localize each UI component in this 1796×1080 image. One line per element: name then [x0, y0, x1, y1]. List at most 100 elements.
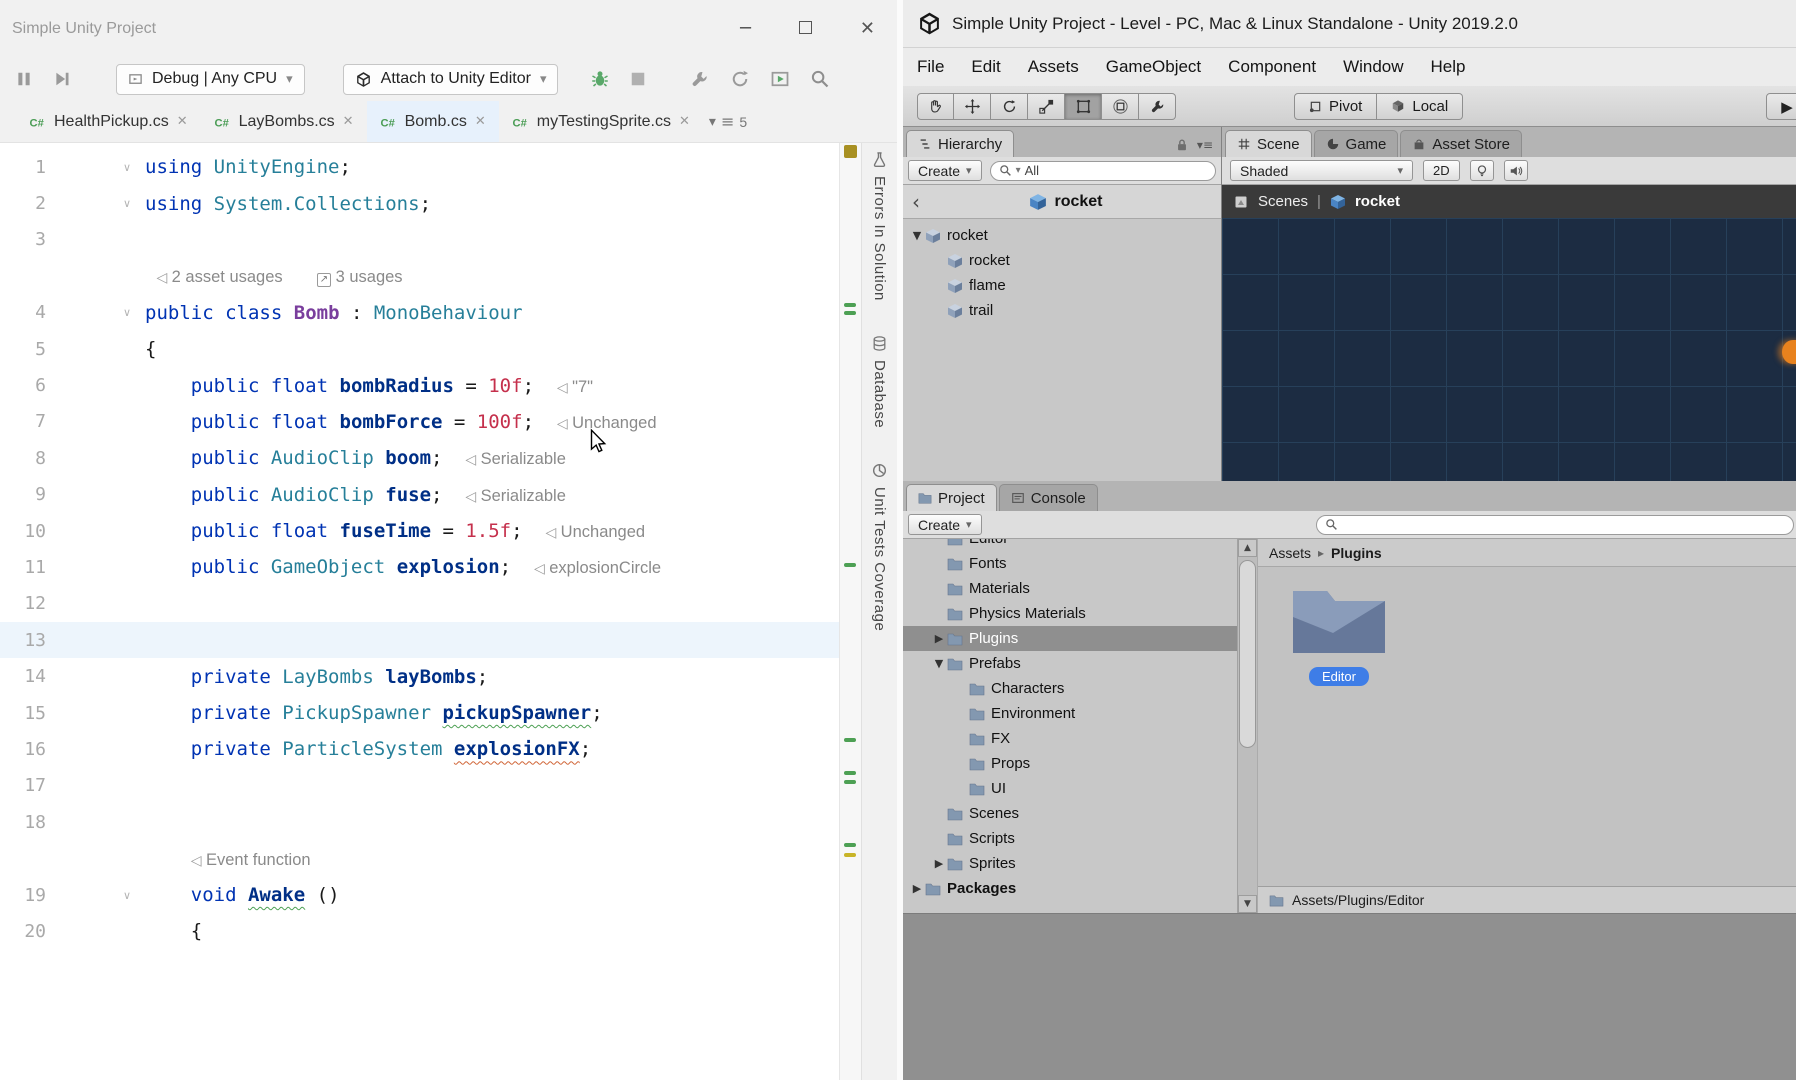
code-line-10[interactable]: 10 public float fuseTime = 1.5f; ◁ Uncha…: [0, 513, 839, 549]
project-content-grid[interactable]: Editor: [1258, 567, 1796, 886]
line-number[interactable]: 18: [0, 812, 46, 833]
pause-button[interactable]: [14, 69, 34, 89]
project-item-materials[interactable]: Materials: [903, 576, 1237, 601]
project-scrollbar[interactable]: ▲ ▼: [1237, 539, 1257, 913]
breadcrumb-plugins[interactable]: Plugins: [1331, 545, 1382, 561]
scroll-up-icon[interactable]: ▲: [1238, 539, 1257, 557]
close-button[interactable]: ✕: [860, 18, 875, 39]
line-number[interactable]: 15: [0, 703, 46, 724]
line-number[interactable]: 6: [0, 375, 46, 396]
code-line-14[interactable]: 14 private LayBombs layBombs;: [0, 658, 839, 694]
recttransform-tool-button[interactable]: [1102, 93, 1139, 120]
hierarchy-item-trail[interactable]: trail: [903, 298, 1221, 323]
hierarchy-item-flame[interactable]: flame: [903, 273, 1221, 298]
tab-close-icon[interactable]: ✕: [475, 114, 486, 129]
stripe-mark[interactable]: [844, 563, 856, 567]
project-item-packages[interactable]: ▶Packages: [903, 876, 1237, 901]
step-button[interactable]: [52, 69, 72, 89]
run-config-dropdown[interactable]: Debug | Any CPU ▾: [116, 64, 305, 95]
framePlay-button[interactable]: [770, 69, 790, 89]
fold-marker-icon[interactable]: ∨: [46, 306, 145, 319]
tool-window-database[interactable]: Database: [871, 335, 888, 428]
line-number[interactable]: 4: [0, 302, 46, 323]
expander-icon[interactable]: ▼: [931, 657, 947, 670]
hidden-tabs-dropdown[interactable]: ▾≡5: [709, 101, 747, 142]
hierarchy-item-rocket[interactable]: ▼rocket: [903, 223, 1221, 248]
menu-assets[interactable]: Assets: [1028, 57, 1079, 77]
scene-view[interactable]: Scenes | rocket: [1222, 185, 1796, 481]
tab-close-icon[interactable]: ✕: [343, 114, 354, 129]
maximize-button[interactable]: [799, 18, 812, 39]
line-number[interactable]: 20: [0, 921, 46, 942]
editor-tab-mytestingsprite-cs[interactable]: C#myTestingSprite.cs✕: [499, 101, 703, 142]
breadcrumb-assets[interactable]: Assets: [1269, 545, 1311, 561]
stripe-mark[interactable]: [844, 738, 856, 742]
tool-window-unit-tests-coverage[interactable]: Unit Tests Coverage: [871, 462, 888, 631]
inlay-hint-row[interactable]: ◁ Event function: [0, 840, 839, 876]
search-filter-caret-icon[interactable]: ▾: [1016, 165, 1021, 176]
tab-project[interactable]: Project: [906, 484, 997, 511]
project-item-plugins[interactable]: ▶Plugins: [903, 626, 1237, 651]
code-line-4[interactable]: 4∨public class Bomb : MonoBehaviour: [0, 295, 839, 331]
project-item-sprites[interactable]: ▶Sprites: [903, 851, 1237, 876]
2d-toggle-button[interactable]: 2D: [1423, 160, 1460, 181]
scale-tool-button[interactable]: [1028, 93, 1065, 120]
selected-folder-label[interactable]: Editor: [1309, 667, 1369, 686]
code-line-20[interactable]: 20 {: [0, 913, 839, 949]
code-line-17[interactable]: 17: [0, 768, 839, 804]
tab-asset-store[interactable]: Asset Store: [1400, 130, 1522, 157]
move-tool-button[interactable]: [954, 93, 991, 120]
code-line-7[interactable]: 7 public float bombForce = 100f; ◁ Uncha…: [0, 404, 839, 440]
line-number[interactable]: 7: [0, 411, 46, 432]
magnifier-button[interactable]: [810, 69, 830, 89]
rotate-tool-button[interactable]: [991, 93, 1028, 120]
tab-close-icon[interactable]: ✕: [679, 114, 690, 129]
project-create-button[interactable]: Create ▾: [908, 514, 982, 535]
stripe-mark[interactable]: [844, 853, 856, 857]
rocket-sprite[interactable]: [1782, 340, 1796, 364]
project-item-physics-materials[interactable]: Physics Materials: [903, 601, 1237, 626]
tab-console[interactable]: Console: [999, 484, 1098, 511]
fold-marker-icon[interactable]: ∨: [46, 889, 145, 902]
folder-item-editor[interactable]: Editor: [1284, 581, 1394, 686]
scene-audio-button[interactable]: [1504, 160, 1528, 181]
project-item-environment[interactable]: Environment: [903, 701, 1237, 726]
wrenchsm-button[interactable]: [690, 69, 710, 89]
editor-tab-laybombs-cs[interactable]: C#LayBombs.cs✕: [201, 101, 367, 142]
stripe-mark[interactable]: [844, 311, 856, 315]
stop-button[interactable]: [628, 69, 648, 89]
minimize-button[interactable]: ─: [740, 18, 751, 39]
project-item-scripts[interactable]: Scripts: [903, 826, 1237, 851]
menu-component[interactable]: Component: [1228, 57, 1316, 77]
stripe-mark[interactable]: [844, 780, 856, 784]
tool-window-errors-in-solution[interactable]: Errors In Solution: [871, 151, 888, 301]
code-line-3[interactable]: 3: [0, 222, 839, 258]
code-line-13[interactable]: 13: [0, 622, 839, 658]
line-number[interactable]: 11: [0, 557, 46, 578]
shading-mode-dropdown[interactable]: Shaded ▾: [1230, 160, 1413, 181]
attach-to-unity-button[interactable]: Attach to Unity Editor ▾: [343, 64, 559, 95]
code-line-6[interactable]: 6 public float bombRadius = 10f; ◁ "7": [0, 367, 839, 403]
hierarchy-create-button[interactable]: Create ▾: [908, 160, 982, 181]
stripe-mark[interactable]: [844, 145, 857, 158]
code-line-9[interactable]: 9 public AudioClip fuse; ◁ Serializable: [0, 477, 839, 513]
project-item-characters[interactable]: Characters: [903, 676, 1237, 701]
code-area[interactable]: 1∨using UnityEngine;2∨using System.Colle…: [0, 143, 839, 1080]
line-number[interactable]: 16: [0, 739, 46, 760]
line-number[interactable]: 3: [0, 229, 46, 250]
project-item-editor[interactable]: Editor: [903, 539, 1237, 551]
scene-breadcrumb-current[interactable]: rocket: [1355, 193, 1400, 210]
code-line-5[interactable]: 5{: [0, 331, 839, 367]
project-item-fx[interactable]: FX: [903, 726, 1237, 751]
lock-icon[interactable]: [1175, 138, 1189, 152]
code-line-1[interactable]: 1∨using UnityEngine;: [0, 149, 839, 185]
menu-gameobject[interactable]: GameObject: [1106, 57, 1201, 77]
scene-breadcrumb-root[interactable]: Scenes: [1258, 193, 1308, 210]
menu-edit[interactable]: Edit: [971, 57, 1000, 77]
code-line-11[interactable]: 11 public GameObject explosion; ◁ explos…: [0, 549, 839, 585]
project-item-prefabs[interactable]: ▼Prefabs: [903, 651, 1237, 676]
line-number[interactable]: 9: [0, 484, 46, 505]
project-search-field[interactable]: [1316, 515, 1794, 535]
expander-icon[interactable]: ▶: [931, 632, 947, 645]
menu-file[interactable]: File: [917, 57, 944, 77]
